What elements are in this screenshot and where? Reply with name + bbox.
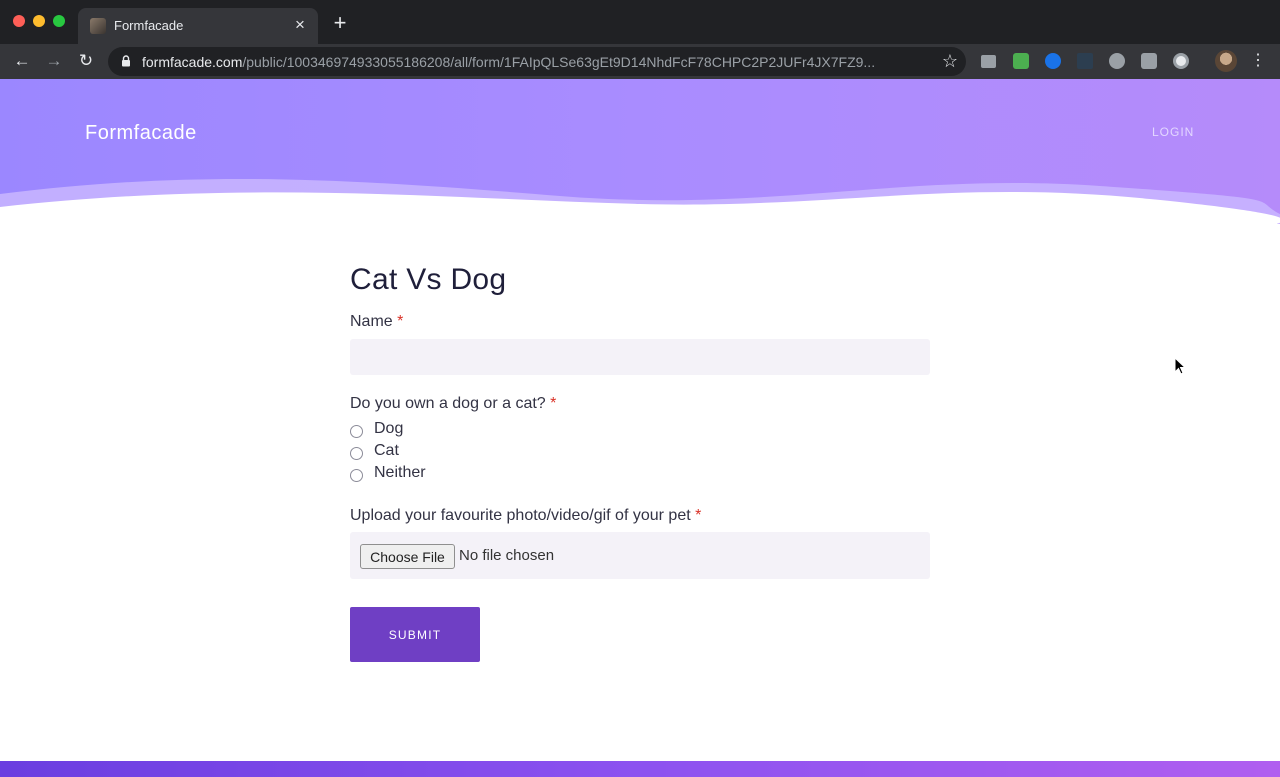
close-window-button[interactable] <box>13 15 25 27</box>
mouse-cursor-icon <box>1174 357 1186 375</box>
form-title: Cat Vs Dog <box>350 263 507 296</box>
chat-icon[interactable] <box>1141 53 1157 69</box>
browser-tab-bar: Formfacade × + <box>0 0 1280 44</box>
browser-tab[interactable]: Formfacade × <box>78 8 318 44</box>
radio-label[interactable]: Neither <box>374 464 426 482</box>
profile-avatar[interactable] <box>1215 50 1237 72</box>
new-badge-icon[interactable] <box>1077 53 1093 69</box>
radio-label[interactable]: Cat <box>374 442 399 460</box>
u-circle-icon[interactable] <box>1109 53 1125 69</box>
back-arrow-icon[interactable]: ← <box>11 50 33 72</box>
radio-button[interactable] <box>350 469 363 482</box>
file-upload-field: Choose File No file chosen <box>350 532 930 579</box>
header-wave <box>0 178 1280 224</box>
url-path: /public/100346974933055186208/all/form/1… <box>242 54 876 70</box>
url-host: formfacade.com <box>142 54 243 70</box>
name-question-text: Name <box>350 313 393 330</box>
mail-check-icon[interactable] <box>1013 53 1029 69</box>
required-marker: * <box>550 395 557 412</box>
login-link[interactable]: LOGIN <box>1152 125 1194 139</box>
choose-file-button[interactable]: Choose File <box>360 544 455 569</box>
name-question-label: Name * <box>350 313 403 331</box>
radio-label[interactable]: Dog <box>374 420 403 438</box>
reload-icon[interactable]: ↻ <box>75 50 97 72</box>
submit-button[interactable]: SUBMIT <box>350 607 480 662</box>
minimize-window-button[interactable] <box>33 15 45 27</box>
kebab-menu-icon[interactable]: ⋮ <box>1250 50 1266 72</box>
pet-question-label: Do you own a dog or a cat? * <box>350 395 556 413</box>
brand-logo[interactable]: Formfacade <box>85 122 197 145</box>
name-input[interactable] <box>350 339 930 375</box>
close-icon[interactable]: × <box>290 15 310 35</box>
lock-icon <box>122 55 130 67</box>
pet-question-text: Do you own a dog or a cat? <box>350 395 546 412</box>
google-drive-icon[interactable] <box>981 55 996 68</box>
tab-favicon-icon <box>90 18 106 34</box>
address-bar[interactable]: formfacade.com/public/100346974933055186… <box>108 47 966 76</box>
radio-button[interactable] <box>350 425 363 438</box>
footer-bar <box>0 761 1280 777</box>
plus-icon[interactable]: + <box>330 12 350 34</box>
browser-toolbar: ← → ↻ formfacade.com/public/100346974933… <box>0 44 1280 79</box>
form-container: Cat Vs Dog Name * Do you own a dog or a … <box>350 262 930 662</box>
radio-button[interactable] <box>350 447 363 460</box>
tab-title: Formfacade <box>114 18 184 33</box>
forward-arrow-icon[interactable]: → <box>43 50 65 72</box>
record-icon[interactable] <box>1173 53 1189 69</box>
required-marker: * <box>397 313 404 330</box>
page-header: Formfacade LOGIN <box>0 79 1280 224</box>
bookmark-star-icon[interactable]: ☆ <box>942 50 958 72</box>
maximize-window-button[interactable] <box>53 15 65 27</box>
compass-icon[interactable] <box>1045 53 1061 69</box>
upload-question-label: Upload your favourite photo/video/gif of… <box>350 507 701 525</box>
file-status-text: No file chosen <box>459 547 555 564</box>
required-marker: * <box>695 507 702 524</box>
upload-question-text: Upload your favourite photo/video/gif of… <box>350 507 691 524</box>
url-text: formfacade.com/public/100346974933055186… <box>142 54 922 70</box>
